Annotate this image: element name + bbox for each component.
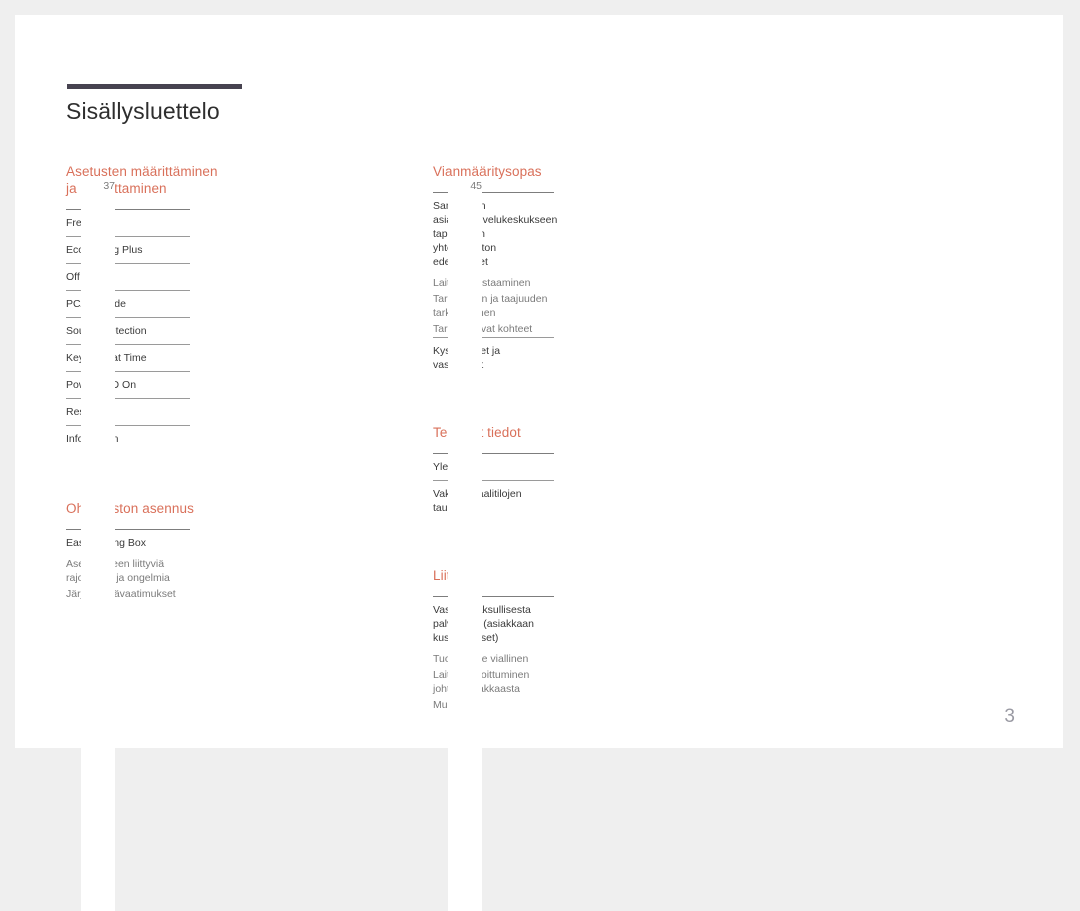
toc-right-column: VianmääritysopasSamsungin asiakaspalvelu… [433,163,675,911]
toc-entry-page-number: 37 [81,178,115,911]
title-accent-rule [67,84,242,89]
toc-section-liite: LiiteVastuu maksullisesta palvelusta (as… [433,178,675,911]
toc-left-column: Asetusten määrittäminenja palauttaminenF… [66,163,313,911]
section-heading-line: Vianmääritysopas [433,164,542,179]
toc-entry-table: Vastuu maksullisesta palvelusta (asiakka… [433,178,675,911]
section-heading-line: Asetusten määrittäminen [66,164,218,179]
toc-section-ohjelmiston-asennus: Ohjelmiston asennusEasy Setting Box37Ase… [66,178,313,911]
toc-entry-table: Easy Setting Box37Asennukseen liittyviä … [66,178,313,911]
document-page: Sisällysluettelo Asetusten määrittäminen… [15,15,1063,911]
page-title: Sisällysluettelo [66,98,220,124]
toc-entry-page-number: 45 [448,178,482,911]
toc-entry-row[interactable]: Muuta45 [433,178,675,911]
toc-entry-row[interactable]: Järjestelmävaatimukset 37 [66,178,313,911]
page-number: 3 [1004,706,1015,727]
